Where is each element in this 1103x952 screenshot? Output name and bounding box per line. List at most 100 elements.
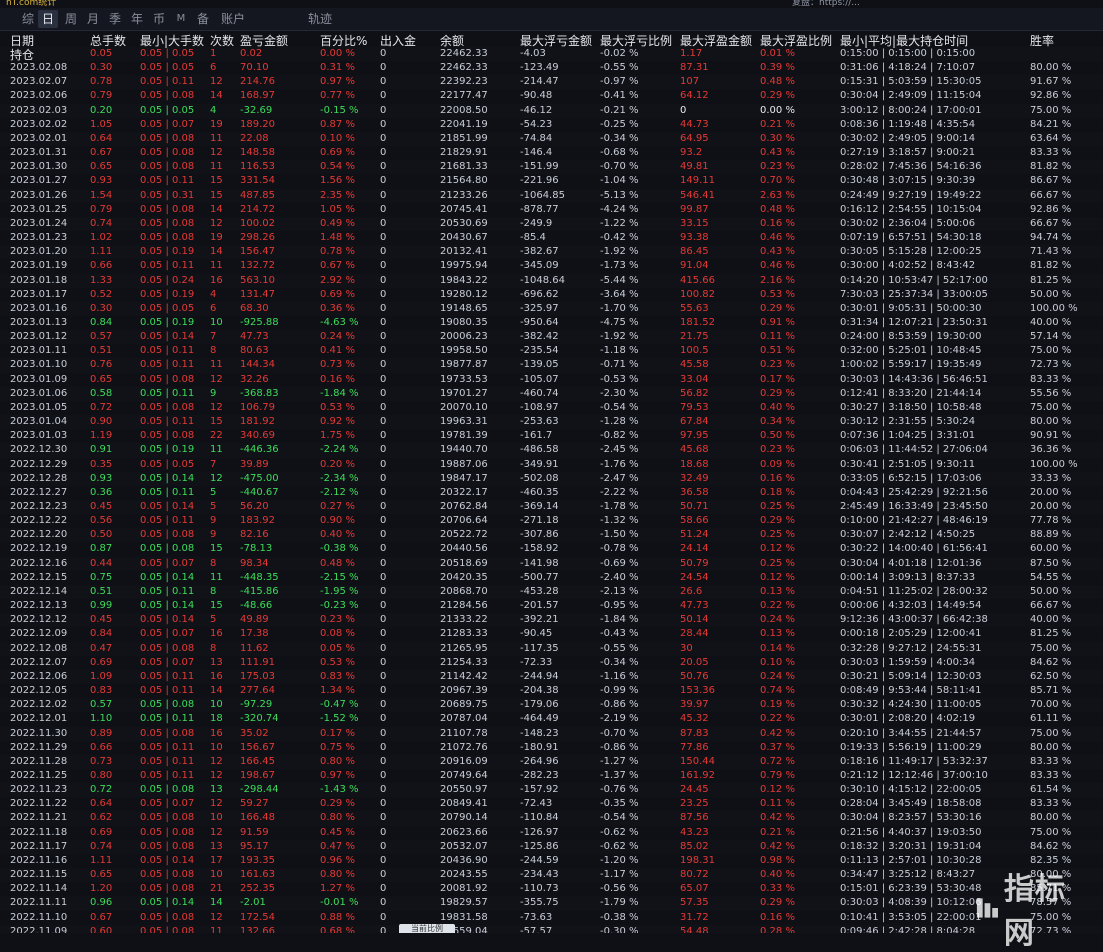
table-row[interactable]: 2023.01.30 0.65 0.05 | 0.08 11 116.53 0.54 % 0… bbox=[0, 160, 1103, 174]
table-row[interactable]: 2022.12.05 0.83 0.05 | 0.11 14 277.64 1.34 % 0… bbox=[0, 684, 1103, 698]
table-row[interactable]: 2022.12.12 0.45 0.05 | 0.14 5 49.89 0.23 % 0 21… bbox=[0, 613, 1103, 627]
row-lot-range: 0.05 | 0.11 bbox=[140, 741, 195, 753]
table-row[interactable]: 2022.12.09 0.84 0.05 | 0.07 16 17.38 0.08 % 0 2… bbox=[0, 627, 1103, 641]
table-row[interactable]: 2023.01.26 1.54 0.05 | 0.31 15 487.85 2.35 % 0… bbox=[0, 189, 1103, 203]
table-row[interactable]: 2023.02.03 0.20 0.05 | 0.05 4 -32.69 -0.15 % 0… bbox=[0, 104, 1103, 118]
row-count: 4 bbox=[210, 288, 217, 300]
table-row[interactable]: 2023.02.01 0.64 0.05 | 0.08 11 22.08 0.10 % 0 2… bbox=[0, 132, 1103, 146]
row-pnl: 148.58 bbox=[240, 147, 275, 159]
row-deposit: 0 bbox=[380, 557, 387, 569]
table-row[interactable]: 2023.02.06 0.79 0.05 | 0.08 14 168.97 0.77 % 0… bbox=[0, 89, 1103, 103]
row-deposit: 0 bbox=[380, 345, 387, 357]
table-row[interactable]: 2022.12.20 0.50 0.05 | 0.08 9 82.16 0.40 % 0 20… bbox=[0, 528, 1103, 542]
table-row[interactable]: 2023.01.04 0.90 0.05 | 0.11 15 181.92 0.92 % 0… bbox=[0, 415, 1103, 429]
table-row[interactable]: 2022.11.25 0.80 0.05 | 0.11 12 198.67 0.97 % 0… bbox=[0, 769, 1103, 783]
row-balance: 21829.91 bbox=[440, 147, 488, 159]
row-lot-range: 0.05 | 0.11 bbox=[140, 713, 195, 725]
table-row[interactable]: 2022.11.22 0.64 0.05 | 0.07 12 59.27 0.29 % 0 2… bbox=[0, 797, 1103, 811]
table-row[interactable]: 2023.02.02 1.05 0.05 | 0.07 19 189.20 0.87 % 0… bbox=[0, 118, 1103, 132]
table-row[interactable]: 2023.01.11 0.51 0.05 | 0.11 8 80.63 0.41 % 0 19… bbox=[0, 344, 1103, 358]
row-max-float-loss: -264.96 bbox=[520, 755, 559, 767]
table-row[interactable]: 2023.01.25 0.79 0.05 | 0.08 14 214.72 1.05 % 0… bbox=[0, 203, 1103, 217]
table-row[interactable]: 2022.12.30 0.91 0.05 | 0.19 11 -446.36 -2.24 … bbox=[0, 443, 1103, 457]
table-row[interactable]: 2022.12.01 1.10 0.05 | 0.11 18 -320.74 -1.52 … bbox=[0, 712, 1103, 726]
table-row[interactable]: 2023.01.09 0.65 0.05 | 0.08 12 32.26 0.16 % 0 1… bbox=[0, 373, 1103, 387]
table-row[interactable]: 2022.11.11 0.96 0.05 | 0.14 14 -2.01 -0.01 % 0… bbox=[0, 896, 1103, 910]
tab-month[interactable]: 月 bbox=[84, 10, 102, 28]
row-max-float-loss: -126.97 bbox=[520, 826, 559, 838]
tab-currency[interactable]: 币 bbox=[150, 10, 168, 28]
table-row[interactable]: 2022.12.29 0.35 0.05 | 0.05 7 39.89 0.20 % 0 19… bbox=[0, 458, 1103, 472]
table-row[interactable]: 2023.01.19 0.66 0.05 | 0.11 11 132.72 0.67 % 0… bbox=[0, 259, 1103, 273]
table-row[interactable]: 2022.12.27 0.36 0.05 | 0.11 5 -440.67 -2.12 %… bbox=[0, 486, 1103, 500]
table-row[interactable]: 2022.12.07 0.69 0.05 | 0.07 13 111.91 0.53 % 0… bbox=[0, 656, 1103, 670]
table-row[interactable]: 2023.01.27 0.93 0.05 | 0.11 15 331.54 1.56 % 0… bbox=[0, 174, 1103, 188]
row-max-float-profit: 150.44 bbox=[680, 755, 715, 767]
table-row[interactable]: 2022.12.02 0.57 0.05 | 0.08 10 -97.29 -0.47 %… bbox=[0, 698, 1103, 712]
table-row[interactable]: 2022.11.17 0.74 0.05 | 0.08 13 95.17 0.47 % 0 2… bbox=[0, 840, 1103, 854]
row-date: 2022.11.29 bbox=[10, 741, 68, 753]
tab-day[interactable]: 日 bbox=[38, 10, 58, 28]
table-row[interactable]: 2023.01.03 1.19 0.05 | 0.08 22 340.69 1.75 % 0… bbox=[0, 429, 1103, 443]
table-row[interactable]: 2023.01.18 1.33 0.05 | 0.24 16 563.10 2.92 % 0… bbox=[0, 274, 1103, 288]
row-win-rate: 92.86 % bbox=[1030, 203, 1072, 215]
tab-week[interactable]: 周 bbox=[62, 10, 80, 28]
row-deposit: 0 bbox=[380, 430, 387, 442]
table-row[interactable]: 2022.11.15 0.65 0.05 | 0.08 10 161.63 0.80 % 0… bbox=[0, 868, 1103, 882]
table-row[interactable]: 2023.01.05 0.72 0.05 | 0.08 12 106.79 0.53 % 0… bbox=[0, 401, 1103, 415]
tab-account[interactable]: 账户 bbox=[218, 10, 248, 28]
table-row[interactable]: 2023.01.12 0.57 0.05 | 0.14 7 47.73 0.24 % 0 20… bbox=[0, 330, 1103, 344]
table-row[interactable]: 2023.01.17 0.52 0.05 | 0.19 4 131.47 0.69 % 0 1… bbox=[0, 288, 1103, 302]
table-row[interactable]: 2022.12.22 0.56 0.05 | 0.11 9 183.92 0.90 % 0 2… bbox=[0, 514, 1103, 528]
table-row[interactable]: 2023.01.16 0.30 0.05 | 0.05 6 68.30 0.36 % 0 19… bbox=[0, 302, 1103, 316]
table-row[interactable]: 2023.01.13 0.84 0.05 | 0.19 10 -925.88 -4.63 … bbox=[0, 316, 1103, 330]
row-lot-range: 0.05 | 0.24 bbox=[140, 274, 195, 286]
row-count: 8 bbox=[210, 345, 217, 357]
table-row[interactable]: 2022.12.23 0.45 0.05 | 0.14 5 56.20 0.27 % 0 20… bbox=[0, 500, 1103, 514]
table-row[interactable]: 2022.11.28 0.73 0.05 | 0.11 12 166.45 0.80 % 0… bbox=[0, 755, 1103, 769]
table-row[interactable]: 2022.12.19 0.87 0.05 | 0.08 15 -78.13 -0.38 %… bbox=[0, 542, 1103, 556]
table-row[interactable]: 2023.01.20 1.11 0.05 | 0.19 14 156.47 0.78 % 0… bbox=[0, 245, 1103, 259]
tab-year[interactable]: 年 bbox=[128, 10, 146, 28]
row-date: 2022.11.28 bbox=[10, 755, 68, 767]
row-max-float-profit: 65.07 bbox=[680, 883, 709, 895]
tab-track[interactable]: 轨迹 bbox=[308, 10, 332, 28]
table-row[interactable]: 2023.01.31 0.67 0.05 | 0.08 12 148.58 0.69 % 0… bbox=[0, 146, 1103, 160]
table-row[interactable]: 2022.11.14 1.20 0.05 | 0.08 21 252.35 1.27 % 0… bbox=[0, 882, 1103, 896]
table-row[interactable]: 2022.11.18 0.69 0.05 | 0.08 12 91.59 0.45 % 0 2… bbox=[0, 826, 1103, 840]
table-row[interactable]: 2022.12.16 0.44 0.05 | 0.07 8 98.34 0.48 % 0 20… bbox=[0, 557, 1103, 571]
row-pnl: 68.30 bbox=[240, 302, 269, 314]
table-row[interactable]: 2023.01.10 0.76 0.05 | 0.11 11 144.34 0.73 % 0… bbox=[0, 358, 1103, 372]
tab-m[interactable]: M bbox=[172, 10, 190, 28]
table-row[interactable]: 2023.01.23 1.02 0.05 | 0.08 19 298.26 1.48 % 0… bbox=[0, 231, 1103, 245]
table-row[interactable]: 2023.02.08 0.30 0.05 | 0.05 6 70.10 0.31 % 0 22… bbox=[0, 61, 1103, 75]
row-total-lots: 1.09 bbox=[90, 670, 113, 682]
table-row[interactable]: 2022.11.09 0.60 0.05 | 0.08 11 132.66 0.68 % 0… bbox=[0, 925, 1103, 933]
summary-row[interactable]: 0.05 0.05 | 0.05 1 0.02 0.00 % 0 22462.3… bbox=[0, 47, 1103, 61]
table-row[interactable]: 2022.11.29 0.66 0.05 | 0.11 10 156.67 0.75 % 0… bbox=[0, 741, 1103, 755]
row-deposit: 0 bbox=[380, 812, 387, 824]
table-row[interactable]: 2022.12.15 0.75 0.05 | 0.14 11 -448.35 -2.15 … bbox=[0, 571, 1103, 585]
row-date: 2023.02.07 bbox=[10, 76, 68, 88]
table-row[interactable]: 2023.01.06 0.58 0.05 | 0.11 9 -368.83 -1.84 %… bbox=[0, 387, 1103, 401]
table-row[interactable]: 2022.12.13 0.99 0.05 | 0.14 15 -48.66 -0.23 %… bbox=[0, 599, 1103, 613]
tab-summary[interactable]: 综 bbox=[18, 10, 38, 28]
table-row[interactable]: 2022.12.14 0.51 0.05 | 0.11 8 -415.86 -1.95 %… bbox=[0, 585, 1103, 599]
table-row[interactable]: 2022.11.16 1.11 0.05 | 0.14 17 193.35 0.96 % 0… bbox=[0, 854, 1103, 868]
table-row[interactable]: 2022.12.06 1.09 0.05 | 0.11 16 175.03 0.83 % 0… bbox=[0, 670, 1103, 684]
row-date: 2023.01.18 bbox=[10, 274, 68, 286]
table-row[interactable]: 2023.01.24 0.74 0.05 | 0.08 12 100.02 0.49 % 0… bbox=[0, 217, 1103, 231]
tab-quarter[interactable]: 季 bbox=[106, 10, 124, 28]
table-row[interactable]: 2022.11.23 0.72 0.05 | 0.08 13 -298.44 -1.43 … bbox=[0, 783, 1103, 797]
row-hold-time: 0:04:51 | 11:25:02 | 28:00:32 bbox=[840, 585, 988, 597]
row-max-float-loss-ratio: -0.55 % bbox=[600, 62, 639, 74]
table-row[interactable]: 2022.11.21 0.62 0.05 | 0.08 10 166.48 0.80 % 0… bbox=[0, 811, 1103, 825]
row-count: 22 bbox=[210, 430, 223, 442]
tab-notes[interactable]: 备 bbox=[194, 10, 212, 28]
table-row[interactable]: 2022.12.28 0.93 0.05 | 0.14 12 -475.00 -2.34 … bbox=[0, 472, 1103, 486]
table-row[interactable]: 2022.11.10 0.67 0.05 | 0.08 12 172.54 0.88 % 0… bbox=[0, 911, 1103, 925]
table-row[interactable]: 2022.12.08 0.47 0.05 | 0.08 8 11.62 0.05 % 0 21… bbox=[0, 642, 1103, 656]
table-row[interactable]: 2022.11.30 0.89 0.05 | 0.08 16 35.02 0.17 % 0 2… bbox=[0, 727, 1103, 741]
row-pct: -0.15 % bbox=[320, 104, 359, 116]
table-row[interactable]: 2023.02.07 0.78 0.05 | 0.11 12 214.76 0.97 % 0… bbox=[0, 75, 1103, 89]
